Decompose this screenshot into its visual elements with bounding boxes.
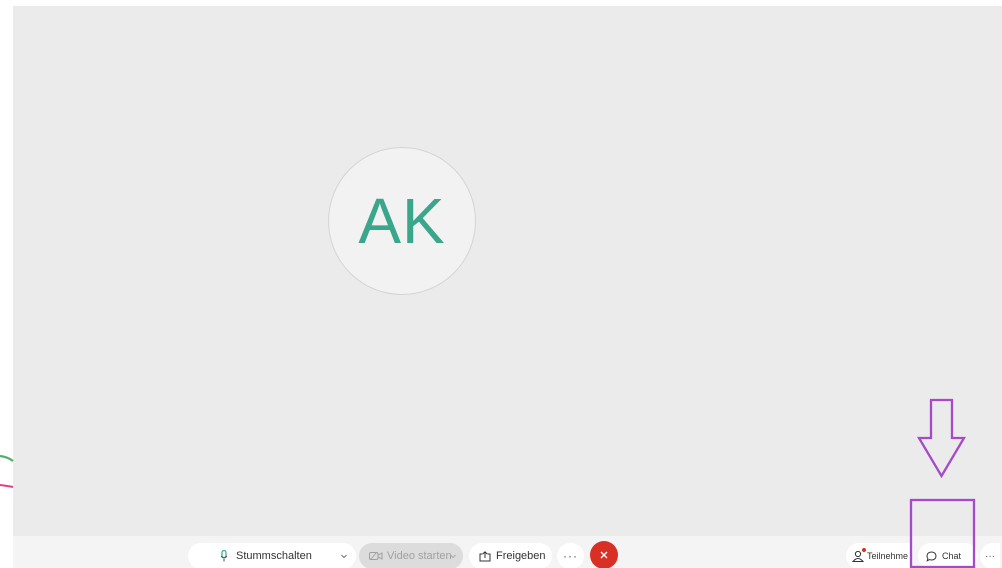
share-button[interactable]: Freigeben	[469, 543, 552, 568]
participants-button[interactable]: Teilnehme	[846, 543, 912, 568]
close-icon	[600, 551, 608, 559]
chat-label: Chat	[942, 551, 962, 561]
video-camera-icon	[369, 551, 383, 561]
toolbar-overflow-button[interactable]: ···	[980, 543, 1000, 568]
participants-label: Teilnehme	[867, 551, 909, 561]
share-icon	[479, 550, 491, 561]
speech-bubble-icon	[926, 550, 937, 562]
participant-avatar: AK	[328, 147, 476, 295]
chat-button[interactable]: Chat	[918, 543, 978, 568]
share-label: Freigeben	[496, 550, 546, 562]
video-stage: AK Stummschalten Video starten Freigeben…	[13, 6, 1002, 568]
more-options-button[interactable]: ···	[557, 543, 584, 568]
chevron-down-icon[interactable]	[449, 550, 457, 562]
mute-label: Stummschalten	[236, 550, 312, 562]
chevron-down-icon[interactable]	[340, 550, 348, 562]
annotation-pink-stroke	[0, 484, 14, 488]
meeting-toolbar: Stummschalten Video starten Freigeben ··…	[13, 536, 1002, 568]
end-meeting-button[interactable]	[590, 541, 618, 568]
microphone-icon	[220, 550, 228, 562]
start-video-button[interactable]: Video starten	[359, 543, 463, 568]
mute-button[interactable]: Stummschalten	[188, 543, 356, 568]
video-label: Video starten	[387, 550, 452, 562]
notification-dot	[862, 548, 866, 552]
annotation-green-stroke	[0, 454, 14, 462]
